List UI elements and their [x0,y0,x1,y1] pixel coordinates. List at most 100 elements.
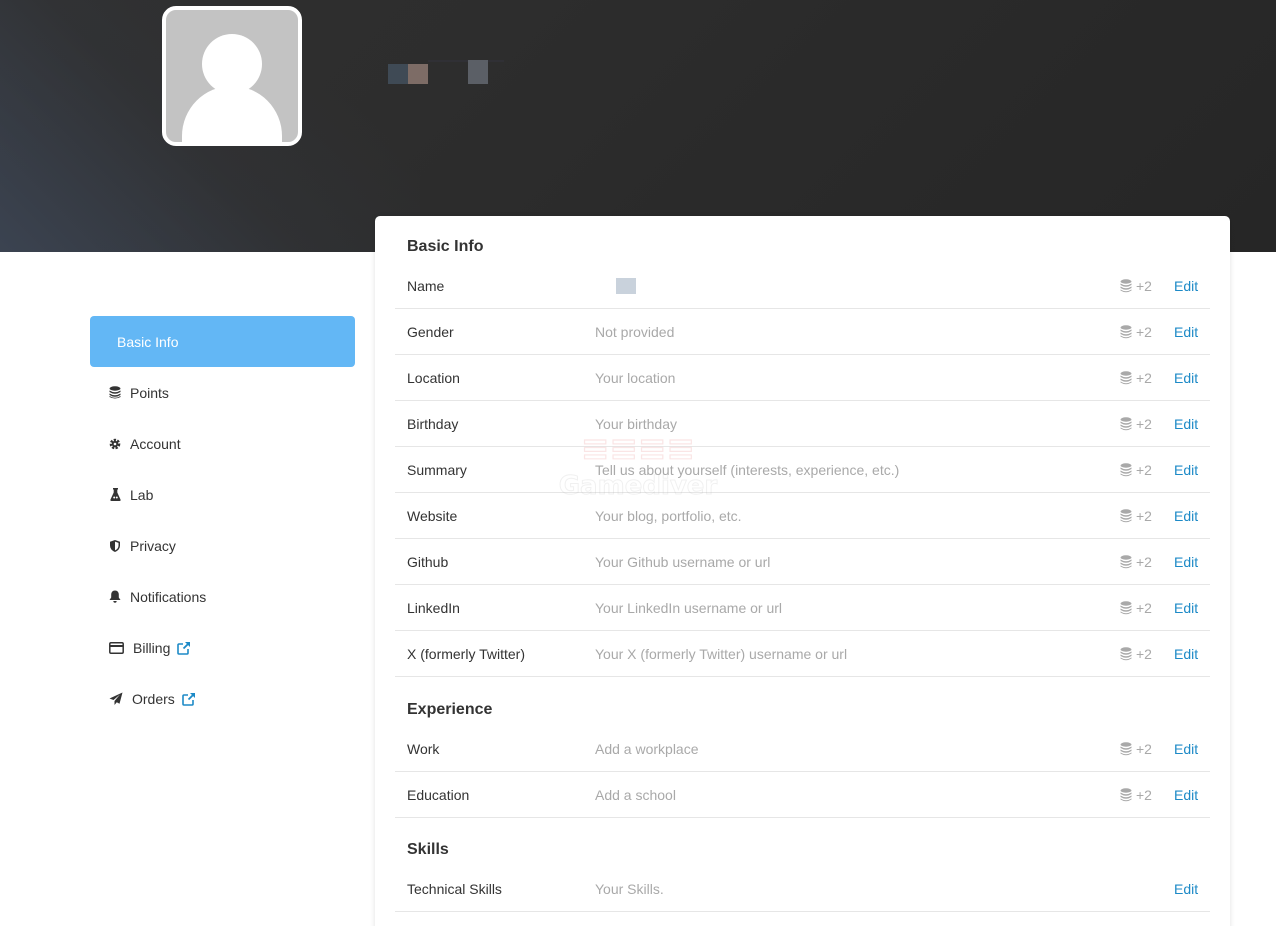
credit-card-icon [109,641,124,655]
points-value: +2 [1136,599,1152,616]
field-value: Your X (formerly Twitter) username or ur… [595,645,848,662]
field-value: Tell us about yourself (interests, exper… [595,461,900,478]
coins-icon [1120,370,1132,384]
points-value: +2 [1136,740,1152,757]
sidebar-item-label: Privacy [130,537,176,554]
coins-icon [1120,554,1132,568]
sidebar-item-billing[interactable]: Billing [90,622,355,673]
edit-button[interactable]: Edit [1174,646,1198,662]
edit-button[interactable]: Edit [1174,741,1198,757]
field-row-x-formerly-twitter: X (formerly Twitter) Your X (formerly Twi… [395,631,1210,677]
field-row-technical-skills: Technical Skills Your Skills. Edit [395,866,1210,912]
field-value: Your birthday [595,415,677,432]
field-value: Your Github username or url [595,553,771,570]
shield-icon [109,539,121,553]
coins-icon [1120,462,1132,476]
edit-button[interactable]: Edit [1174,416,1198,432]
field-row-education: Education Add a school +2 Edit [395,772,1210,818]
sidebar-item-label: Points [130,384,169,401]
bell-icon [109,590,121,604]
coins-icon [1120,646,1132,660]
field-label: Technical Skills [407,880,502,897]
points-reward: +2 [1120,416,1154,432]
section-title-experience: Experience [407,701,493,718]
field-row-summary: Summary Tell us about yourself (interests… [395,447,1210,493]
points-value: +2 [1136,786,1152,803]
sidebar-item-privacy[interactable]: Privacy [90,520,355,571]
basic-info-list: Name +2 Edit Gender Not provided +2 Edit Locati… [395,263,1210,677]
field-row-location: Location Your location +2 Edit [395,355,1210,401]
field-label: X (formerly Twitter) [407,645,525,662]
coins-icon [109,386,121,400]
edit-button[interactable]: Edit [1174,462,1198,478]
edit-button[interactable]: Edit [1174,600,1198,616]
sidebar-item-orders[interactable]: Orders [90,673,355,724]
field-value: Your blog, portfolio, etc. [595,507,742,524]
coins-icon [1120,278,1132,292]
points-value: +2 [1136,461,1152,478]
edit-button[interactable]: Edit [1174,554,1198,570]
field-row-linkedin: LinkedIn Your LinkedIn username or url +2 E… [395,585,1210,631]
points-value: +2 [1136,369,1152,386]
field-row-github: Github Your Github username or url +2 Edit [395,539,1210,585]
points-reward: +2 [1120,646,1154,662]
points-reward: +2 [1120,787,1154,803]
external-link-icon[interactable] [181,692,196,706]
field-label: Education [407,786,470,803]
points-reward: +2 [1120,600,1154,616]
edit-button[interactable]: Edit [1174,278,1198,294]
paper-plane-icon [109,692,123,706]
field-label: LinkedIn [407,599,460,616]
points-value: +2 [1136,553,1152,570]
field-label: Summary [407,461,467,478]
points-value: +2 [1136,645,1152,662]
points-reward: +2 [1120,508,1154,524]
points-reward: +2 [1120,324,1154,340]
points-reward: +2 [1120,741,1154,757]
coins-icon [1120,787,1132,801]
edit-button[interactable]: Edit [1174,324,1198,340]
edit-button[interactable]: Edit [1174,508,1198,524]
sidebar-item-label: Billing [133,639,171,656]
field-row-gender: Gender Not provided +2 Edit [395,309,1210,355]
field-row-birthday: Birthday Your birthday +2 Edit [395,401,1210,447]
field-label: Birthday [407,415,459,432]
field-label: Location [407,369,460,386]
avatar[interactable] [162,6,302,146]
field-row-website: Website Your blog, portfolio, etc. +2 Edit [395,493,1210,539]
skills-list: Technical Skills Your Skills. Edit [395,866,1210,912]
field-label: Website [407,507,458,524]
sidebar-item-lab[interactable]: Lab [90,469,355,520]
field-value: Not provided [595,323,675,340]
avatar-head [202,34,262,94]
sidebar-item-basic-info[interactable]: Basic Info [90,316,355,367]
field-label: Github [407,553,449,570]
redacted-name [616,278,636,295]
points-value: +2 [1136,277,1152,294]
section-title-basic-info: Basic Info [407,238,484,255]
field-value: Your Skills. [595,880,664,897]
field-value: Your LinkedIn username or url [595,599,783,616]
sidebar-item-points[interactable]: Points [90,367,355,418]
edit-button[interactable]: Edit [1174,370,1198,386]
external-link-icon[interactable] [177,641,191,655]
sidebar-item-label: Lab [130,486,154,503]
settings-sidebar: Basic Info Points Account Lab Privacy No… [90,316,355,724]
sidebar-item-account[interactable]: Account [90,418,355,469]
points-value: +2 [1136,507,1152,524]
sidebar-item-notifications[interactable]: Notifications [90,571,355,622]
points-reward: +2 [1120,554,1154,570]
field-value [595,277,1120,295]
edit-button[interactable]: Edit [1174,881,1198,897]
avatar-body [182,86,282,142]
edit-button[interactable]: Edit [1174,787,1198,803]
field-row-name: Name +2 Edit [395,263,1210,309]
coins-icon [1120,416,1132,430]
field-row-work: Work Add a workplace +2 Edit [395,726,1210,772]
profile-settings-card: Basic Info Name +2 Edit Gender Not provided +… [375,216,1230,926]
field-value: Add a school [595,786,676,803]
coins-icon [1120,508,1132,522]
experience-list: Work Add a workplace +2 Edit Education Add a … [395,726,1210,818]
field-label: Name [407,277,445,294]
points-reward: +2 [1120,278,1154,294]
